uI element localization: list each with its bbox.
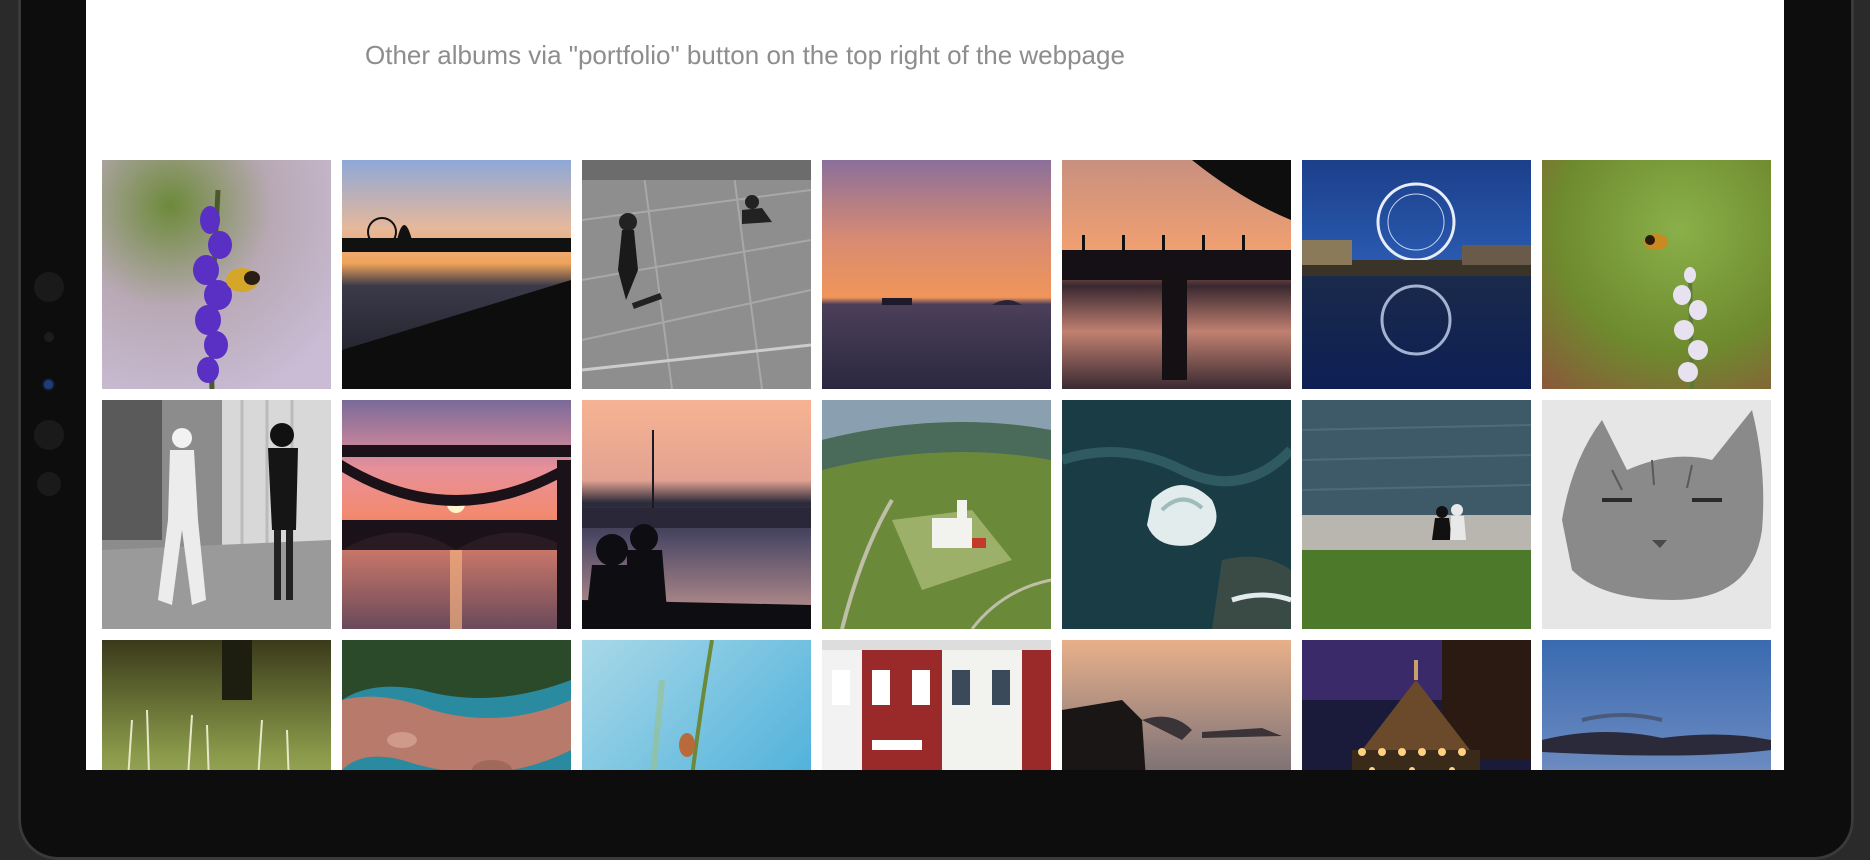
gallery-photo-riverbank-people[interactable] [1302, 400, 1531, 629]
web-page: Other albums via "portfolio" button on t… [86, 0, 1784, 770]
gallery-photo-street-sailor[interactable] [102, 400, 331, 629]
gallery-photo-clouds-dusk[interactable] [1542, 640, 1771, 770]
gallery-photo-harbor-couple[interactable] [582, 400, 811, 629]
side-button-icon [34, 420, 64, 450]
page-title-clipped [366, 0, 786, 4]
status-led-icon [44, 380, 53, 389]
gallery-photo-skateboarder[interactable] [582, 160, 811, 389]
gallery-photo-coast-cliffs[interactable] [1062, 640, 1291, 770]
gallery-photo-plant-sky[interactable] [582, 640, 811, 770]
gallery-photo-sea-sunset[interactable] [822, 160, 1051, 389]
side-camera-icon [34, 272, 64, 302]
gallery-photo-carousel[interactable] [1302, 640, 1531, 770]
gallery-photo-ocean-waves[interactable] [1062, 400, 1291, 629]
gallery-photo-lavender-bee[interactable] [102, 160, 331, 389]
side-sensor-icon [44, 332, 54, 342]
gallery-photo-grass[interactable] [102, 640, 331, 770]
gallery-photo-rocky-shore[interactable] [342, 640, 571, 770]
gallery-photo-bridge-sunset[interactable] [1062, 160, 1291, 389]
gallery-photo-bee-flower[interactable] [1542, 160, 1771, 389]
gallery-photo-river-sunset[interactable] [342, 160, 571, 389]
side-button-icon [37, 472, 61, 496]
gallery-photo-lighthouse[interactable] [822, 400, 1051, 629]
photo-grid [102, 160, 1771, 770]
gallery-photo-ferris-wheel[interactable] [1302, 160, 1531, 389]
gallery-photo-cat[interactable] [1542, 400, 1771, 629]
page-subtitle: Other albums via "portfolio" button on t… [365, 40, 1125, 70]
gallery-photo-bridge-sun[interactable] [342, 400, 571, 629]
gallery-photo-storefront[interactable] [822, 640, 1051, 770]
